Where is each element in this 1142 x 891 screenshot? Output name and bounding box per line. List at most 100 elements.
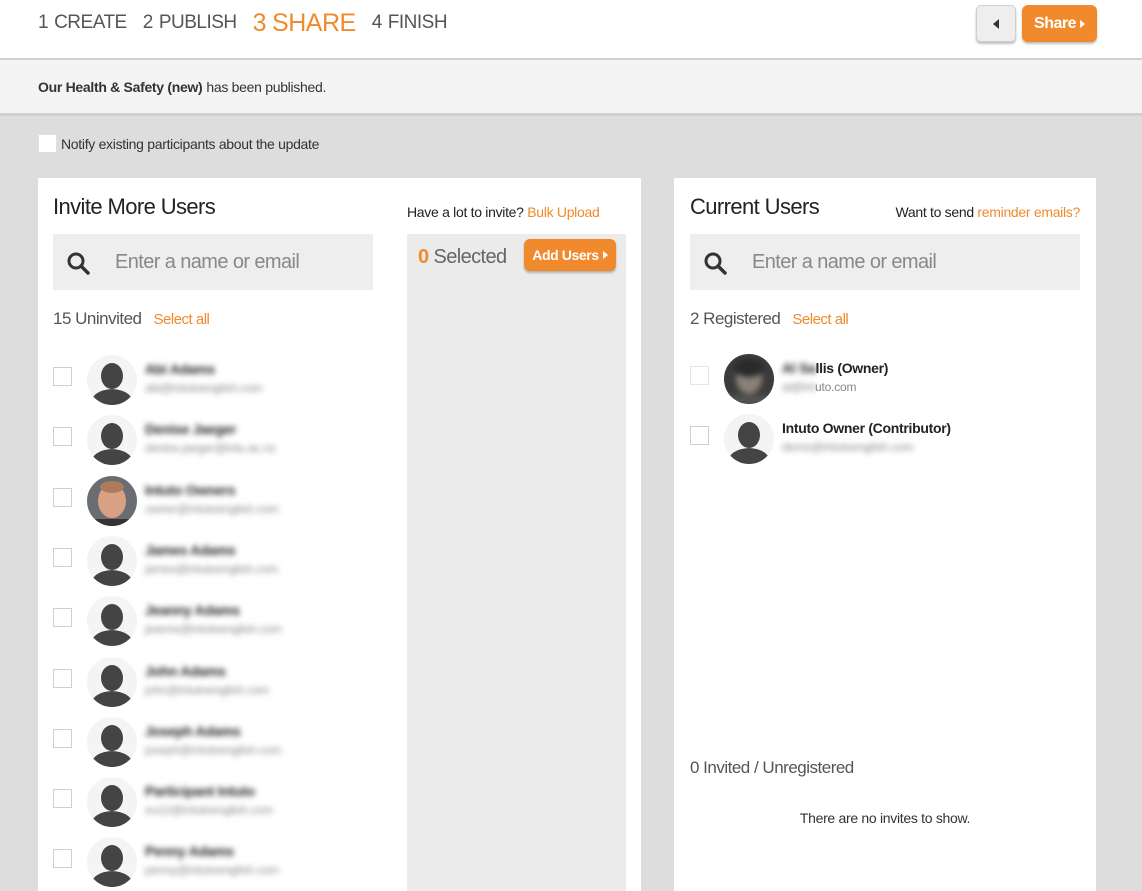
avatar-silhouette [87, 355, 137, 405]
back-button[interactable] [976, 5, 1016, 42]
user-checkbox[interactable] [53, 849, 72, 869]
step-number: 1 [38, 12, 49, 33]
registered-count: 2 Registered [690, 309, 781, 328]
user-checkbox[interactable] [53, 487, 72, 507]
user-checkbox[interactable] [690, 426, 709, 445]
user-silhouette-icon [87, 535, 137, 586]
user-name: James Adams [145, 541, 236, 558]
user-email: penny@intutoenglish.com [145, 863, 279, 878]
reminder-emails-link[interactable]: reminder emails? [977, 204, 1080, 220]
avatar-photo [724, 354, 774, 404]
user-email: demo@intutoenglish.com [782, 440, 914, 454]
current-search-input[interactable] [752, 234, 1072, 290]
top-bar: 1 CREATE 2 PUBLISH 3 SHARE 4 FINISH Share [0, 0, 1142, 60]
user-email-visible: uto.com [815, 380, 857, 394]
user-silhouette-icon [87, 415, 137, 466]
step-finish[interactable]: 4 FINISH [372, 12, 448, 34]
search-icon [67, 252, 90, 275]
user-checkbox[interactable] [690, 366, 709, 385]
user-checkbox[interactable] [53, 547, 72, 567]
user-name: Intuto Owners [145, 481, 236, 498]
user-checkbox[interactable] [53, 789, 72, 809]
published-notice: Our Health & Safety (new) has been publi… [0, 60, 1142, 116]
user-email: jeanne@intutoenglish.com [145, 622, 282, 637]
user-silhouette-icon [87, 716, 137, 767]
uninvited-user-row[interactable]: John Adams john@intutoenglish.com [53, 654, 373, 710]
user-email: james@intutoenglish.com [145, 561, 278, 576]
reminder-line: Want to send reminder emails? [895, 204, 1080, 220]
notify-label: Notify existing participants about the u… [61, 135, 320, 152]
user-name: Intuto Owner (Contributor) [782, 420, 951, 436]
user-name: Abi Adams [145, 361, 215, 377]
registered-user-row[interactable]: Intuto Owner (Contributor) demo@intutoen… [690, 411, 1010, 467]
selected-count: 0 Selected [418, 246, 507, 269]
select-all-uninvited-link[interactable]: Select all [154, 311, 210, 328]
user-checkbox[interactable] [53, 427, 72, 447]
uninvited-user-row[interactable]: Participant Intuto eu12@intutoenglish.com [53, 774, 373, 830]
user-name: Jeanny Adams [145, 602, 240, 619]
invite-search [53, 234, 373, 290]
select-all-registered-link[interactable]: Select all [792, 311, 848, 328]
user-silhouette-icon [87, 355, 137, 405]
add-users-label: Add Users [532, 247, 599, 263]
notify-option[interactable]: Notify existing participants about the u… [38, 134, 319, 153]
step-share[interactable]: 3 SHARE [253, 9, 357, 38]
step-create[interactable]: 1 CREATE [38, 12, 127, 34]
user-silhouette-icon [87, 596, 137, 647]
user-email: al@intuto.com [782, 380, 856, 394]
avatar-silhouette [724, 414, 774, 464]
user-checkbox[interactable] [53, 728, 72, 748]
step-label: PUBLISH [158, 12, 237, 33]
avatar-silhouette [87, 716, 137, 767]
uninvited-user-row[interactable]: Jeanny Adams jeanne@intutoenglish.com [53, 593, 373, 649]
user-email: joseph@intutoenglish.com [145, 742, 282, 757]
user-name-visible: llis (Owner) [815, 360, 889, 376]
user-name: John Adams [145, 662, 226, 679]
avatar-silhouette [87, 656, 137, 707]
user-silhouette-icon [87, 656, 137, 707]
invite-users-panel: Invite More Users Have a lot to invite? … [38, 178, 641, 891]
uninvited-count: 15 Uninvited [53, 309, 142, 328]
uninvited-user-row[interactable]: Abi Adams abi@intutoenglish.com [53, 352, 373, 408]
avatar-silhouette [87, 777, 137, 828]
bulk-upload-line: Have a lot to invite? Bulk Upload [407, 204, 600, 220]
bulk-upload-link[interactable]: Bulk Upload [527, 204, 600, 220]
invited-count: 0 Invited / Unregistered [690, 758, 854, 777]
uninvited-user-row[interactable]: Joseph Adams joseph@intutoenglish.com [53, 714, 373, 770]
add-users-button[interactable]: Add Users [524, 239, 616, 271]
uninvited-user-row[interactable]: James Adams james@intutoenglish.com [53, 533, 373, 589]
reminder-prefix: Want to send [895, 204, 974, 220]
notice-text: has been published. [206, 78, 327, 95]
invite-search-input[interactable] [115, 234, 365, 290]
user-photo-avatar [87, 475, 137, 526]
user-name: Participant Intuto [145, 783, 255, 800]
user-checkbox[interactable] [53, 367, 72, 386]
uninvited-user-row[interactable]: Penny Adams penny@intutoenglish.com [53, 834, 373, 890]
selected-users-column: 0 Selected Add Users [407, 234, 626, 891]
user-email-hidden: al@int [782, 380, 815, 394]
step-label: FINISH [387, 12, 448, 33]
caret-left-icon [993, 18, 999, 29]
step-publish[interactable]: 2 PUBLISH [143, 12, 237, 34]
user-checkbox[interactable] [53, 608, 72, 628]
selected-count-number: 0 [418, 246, 429, 268]
registered-user-row[interactable]: Al Sallis (Owner) al@intuto.com [690, 351, 1010, 407]
registered-count-row: 2 Registered Select all [690, 309, 849, 329]
share-button[interactable]: Share [1022, 5, 1097, 42]
user-checkbox[interactable] [53, 668, 72, 688]
current-users-panel: Current Users Want to send reminder emai… [674, 178, 1096, 891]
user-email: john@intutoenglish.com [145, 682, 269, 697]
notify-checkbox[interactable] [38, 134, 57, 153]
user-email: owner@intutoenglish.com [145, 501, 279, 516]
wizard-steps: 1 CREATE 2 PUBLISH 3 SHARE 4 FINISH [38, 0, 463, 46]
caret-right-icon [602, 251, 608, 259]
user-name: Denise Jaeger [145, 421, 237, 438]
uninvited-user-row[interactable]: Denise Jaeger denise.jaeger@intu.ac.nz [53, 412, 373, 468]
uninvited-user-row[interactable]: Intuto Owners owner@intutoenglish.com [53, 473, 373, 529]
user-name: Penny Adams [145, 843, 234, 860]
user-email: abi@intutoenglish.com [145, 381, 263, 395]
step-number: 2 [142, 12, 154, 33]
current-search [690, 234, 1080, 290]
avatar-silhouette [87, 596, 137, 647]
avatar-silhouette [87, 837, 137, 888]
